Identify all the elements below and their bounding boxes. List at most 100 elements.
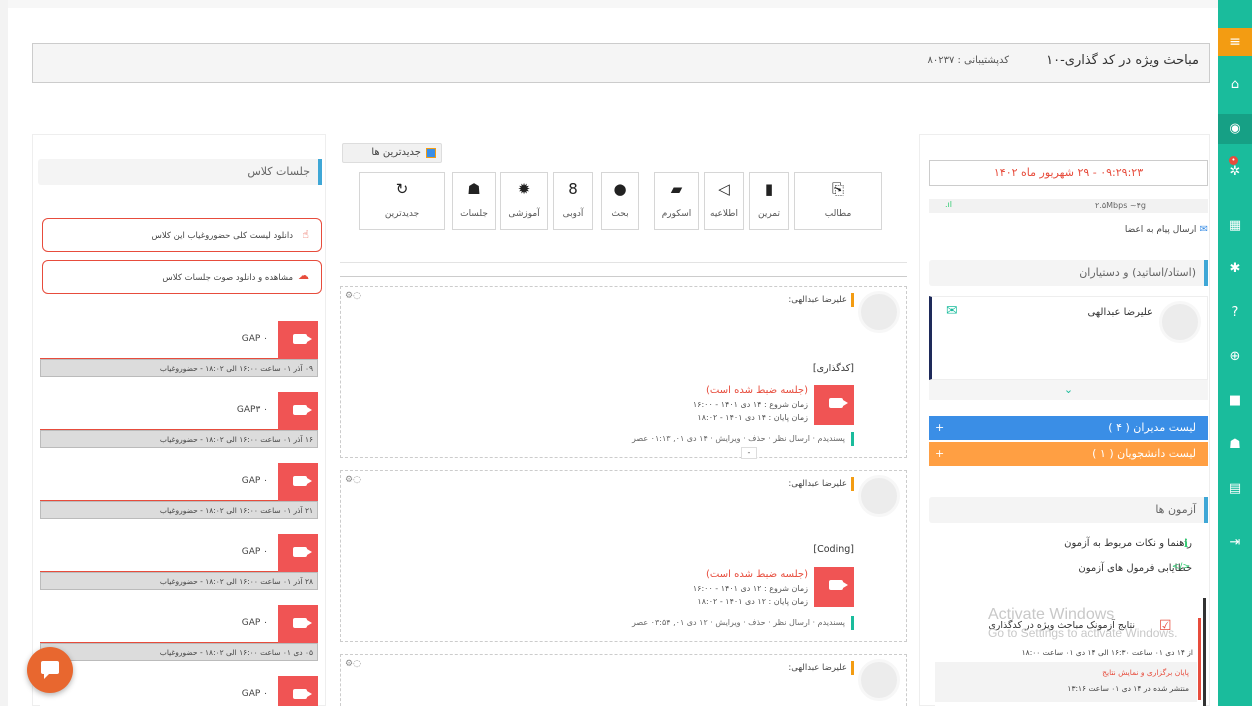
video-camera-icon: [293, 618, 312, 628]
avatar: [858, 659, 900, 701]
chat-icon[interactable]: ◉: [1218, 114, 1252, 144]
globe-icon[interactable]: ⊕: [1218, 342, 1252, 372]
tool-announcement[interactable]: ◁ اطلاعیه: [704, 172, 744, 230]
session-video-badge: [278, 676, 318, 706]
info-icon: ℹ: [1183, 537, 1188, 550]
divider: [340, 262, 907, 263]
tool-latest[interactable]: ↻ جدیدترین: [359, 172, 445, 230]
download-audio-button[interactable]: ☁ مشاهده و دانلود صوت جلسات کلاس: [42, 260, 322, 294]
help-icon[interactable]: ?: [1218, 298, 1252, 328]
post-settings-icon[interactable]: ⚙◌: [345, 291, 361, 301]
tool-label: تمرین: [757, 209, 781, 219]
tool-materials[interactable]: ⎘ مطالب: [794, 172, 882, 230]
windows-activation-watermark: Activate Windows Go to Settings to activ…: [988, 606, 1177, 640]
video-camera-icon: [293, 476, 312, 486]
heading-accent: [1204, 260, 1208, 286]
code-icon: </>: [1171, 562, 1190, 572]
post-settings-icon[interactable]: ⚙◌: [345, 659, 361, 669]
result-end: پایان برگزاری و نمایش نتایج: [1102, 668, 1189, 677]
session-video-badge[interactable]: [814, 385, 854, 425]
plus-icon: +: [935, 447, 945, 460]
session-info: ۱۶ آذر ۰۱ ساعت ۱۶:۰۰ الی ۱۸:۰۲ - حضوروغی…: [40, 430, 318, 448]
session-top: GAP ۰: [40, 321, 318, 359]
session-video-badge: [278, 321, 318, 359]
users-icon[interactable]: ☗: [1218, 430, 1252, 460]
user-outline-icon: 8: [568, 180, 578, 198]
book-icon: ▮: [764, 180, 774, 198]
top-strip: [8, 0, 1220, 8]
avatar: [1159, 301, 1201, 343]
session-card[interactable]: GAP ۰ ۲۸ آذر ۰۱ ساعت ۱۶:۰۰ الی ۱۸:۰۲ - ح…: [40, 534, 318, 594]
session-video-badge[interactable]: [814, 567, 854, 607]
feed-post: ⚙◌ علیرضا عبدالهی: [کدگذاری] (جلسه ضبط ش…: [340, 286, 907, 459]
session-label: GAP ۰: [241, 476, 268, 486]
post-status: (جلسه ضبط شده است): [706, 385, 808, 396]
expand-button[interactable]: -: [741, 447, 757, 459]
session-top: GAP ۰: [40, 676, 318, 706]
teacher-card[interactable]: علیرضا عبدالهی ✉: [929, 296, 1208, 380]
right-sidebar: ≡ ⌂ ◉ ✲ • ▦ ✱ ? ⊕ ■ ☗ ▤ ⇥: [1218, 0, 1252, 706]
exam-guide-link[interactable]: راهنما و نکات مربوط به آزمون: [1064, 538, 1192, 549]
post-author[interactable]: علیرضا عبدالهی:: [788, 293, 854, 307]
signal-icon: .ıl: [945, 200, 952, 209]
course-title: مباحث ویژه در کد گذاری-۱۰: [1046, 53, 1199, 68]
grades-icon[interactable]: ▤: [1218, 474, 1252, 504]
session-card[interactable]: GAP ۰ ۲۱ آذر ۰۱ ساعت ۱۶:۰۰ الی ۱۸:۰۲ - ح…: [40, 463, 318, 523]
post-settings-icon[interactable]: ⚙◌: [345, 475, 361, 485]
post-actions[interactable]: پسندیدم · ارسال نظر · حذف · ویرایش · ۱۴ …: [632, 432, 854, 446]
session-video-badge: [278, 534, 318, 572]
staff-heading: (استاد/اساتید) و دستیاران: [929, 260, 1208, 286]
post-actions[interactable]: پسندیدم · ارسال نظر · حذف · ویرایش · ۱۲ …: [632, 616, 854, 630]
session-top: GAP۳ ۰: [40, 392, 318, 430]
managers-list-bar[interactable]: لیست مدیران ( ۴ ) +: [929, 416, 1208, 440]
datetime-box: ۰۹:۲۹:۲۳ - ۲۹ شهریور ماه ۱۴۰۲: [929, 160, 1208, 186]
tool-scorm[interactable]: ▰ اسکورم: [654, 172, 699, 230]
result-status-box: پایان برگزاری و نمایش نتایج منتشر شده در…: [935, 662, 1197, 702]
heading-accent: [318, 159, 322, 185]
tool-adobe[interactable]: 8 آدوبی: [553, 172, 593, 230]
video-camera-icon: [293, 405, 312, 415]
video-camera-icon: [829, 398, 848, 408]
envelope-icon: ✉: [1196, 224, 1208, 235]
home-icon[interactable]: ⌂: [1218, 70, 1252, 100]
session-card[interactable]: GAP ۰: [40, 676, 318, 706]
refresh-icon: ↻: [395, 180, 409, 198]
send-message-link[interactable]: ✉ ارسال پیام به اعضا: [1125, 224, 1208, 235]
tool-label: جلسات: [460, 209, 488, 219]
chat-button[interactable]: [27, 647, 73, 693]
session-card[interactable]: GAP ۰ ۰۹ آذر ۰۱ ساعت ۱۶:۰۰ الی ۱۸:۰۲ - ح…: [40, 321, 318, 381]
expand-chevron-icon[interactable]: ⌄: [929, 380, 1208, 400]
tool-sessions[interactable]: ☗ جلسات: [452, 172, 496, 230]
latest-tab[interactable]: جدیدترین ها: [342, 143, 442, 163]
mail-icon[interactable]: ✉: [946, 303, 958, 319]
calendar-icon[interactable]: ▦: [1218, 211, 1252, 241]
session-label: GAP ۰: [241, 334, 268, 344]
tool-educational[interactable]: ✹ آموزشی: [500, 172, 548, 230]
session-card[interactable]: GAP ۰ ۰۵ دی ۰۱ ساعت ۱۶:۰۰ الی ۱۸:۰۲ - حض…: [40, 605, 318, 665]
logout-icon[interactable]: ⇥: [1218, 528, 1252, 558]
session-label: GAP ۰: [241, 547, 268, 557]
tool-discussion[interactable]: ● بحث: [601, 172, 639, 230]
video-icon[interactable]: ■: [1218, 386, 1252, 416]
menu-icon[interactable]: ≡: [1218, 28, 1252, 56]
settings-icon[interactable]: ✱: [1218, 254, 1252, 284]
plus-icon: +: [935, 421, 945, 434]
sessions-heading-text: جلسات کلاس: [247, 165, 310, 178]
tool-exercise[interactable]: ▮ تمرین: [749, 172, 789, 230]
session-label: GAP ۰: [241, 618, 268, 628]
send-message-label: ارسال پیام به اعضا: [1124, 225, 1197, 235]
post-author[interactable]: علیرضا عبدالهی:: [788, 661, 854, 675]
session-card[interactable]: GAP۳ ۰ ۱۶ آذر ۰۱ ساعت ۱۶:۰۰ الی ۱۸:۰۲ - …: [40, 392, 318, 452]
chat-icon: [41, 661, 59, 679]
tool-label: آموزشی: [508, 209, 540, 219]
megaphone-icon: ◁: [718, 180, 730, 198]
download-attendance-button[interactable]: ☝ دانلود لیست کلی حضوروغیاب این کلاس: [42, 218, 322, 252]
tool-label: اطلاعیه: [710, 209, 738, 219]
session-info: ۲۱ آذر ۰۱ ساعت ۱۶:۰۰ الی ۱۸:۰۲ - حضوروغی…: [40, 501, 318, 519]
post-start-time: زمان شروع : ۱۴ دی ۱۴۰۱ - ۱۶:۰۰: [692, 400, 808, 409]
download-audio-label: مشاهده و دانلود صوت جلسات کلاس: [162, 273, 293, 283]
badge-icon: ✹: [517, 180, 531, 198]
session-top: GAP ۰: [40, 605, 318, 643]
post-author[interactable]: علیرضا عبدالهی:: [788, 477, 854, 491]
students-list-bar[interactable]: لیست دانشجویان ( ۱ ) +: [929, 442, 1208, 466]
